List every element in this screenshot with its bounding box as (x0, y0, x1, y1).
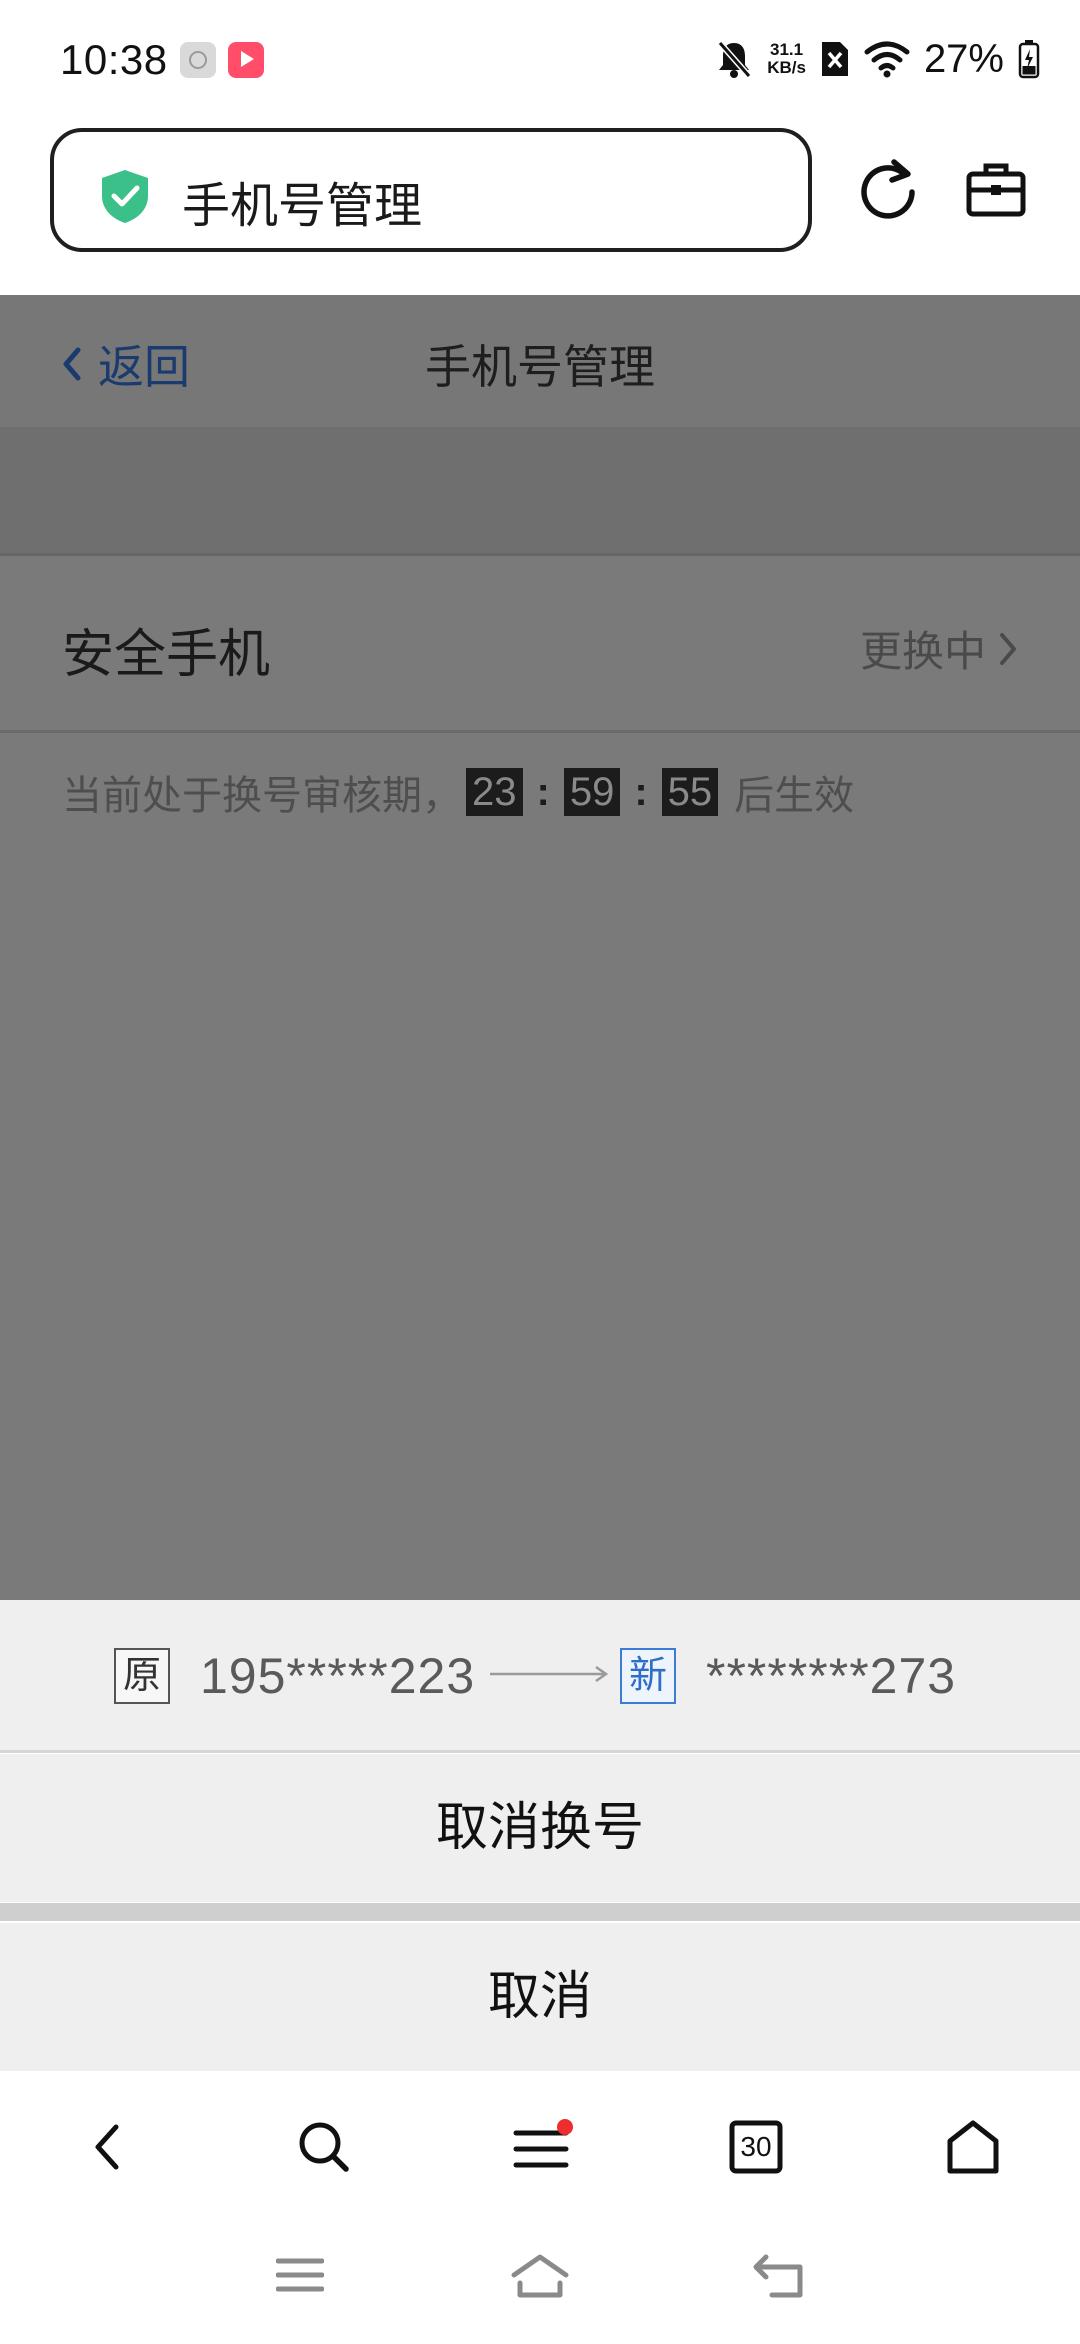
network-speed-unit: KB/s (767, 58, 806, 77)
original-tag: 原 (114, 1648, 170, 1704)
system-back-icon[interactable] (752, 2253, 808, 2299)
review-notice: 当前处于换号审核期， 23 : 59 : 55 后生效 (62, 763, 854, 821)
arrow-right-icon (490, 1665, 609, 1683)
home-icon[interactable] (944, 2119, 1002, 2175)
video-app-icon (228, 42, 264, 78)
battery-icon (1018, 40, 1040, 79)
section-gap (0, 427, 1080, 553)
mute-icon (717, 41, 752, 78)
original-number: 195*****223 (200, 1648, 476, 1704)
network-speed: 31.1 KB/s (767, 41, 806, 77)
no-sim-icon (821, 42, 848, 76)
countdown-separator: : (536, 769, 550, 814)
system-home-icon[interactable] (510, 2253, 570, 2299)
status-text: 更换中 (859, 628, 986, 675)
menu-button[interactable] (512, 2119, 574, 2175)
battery-percent: 27% (923, 36, 1004, 81)
secure-phone-label: 安全手机 (62, 626, 271, 684)
toolbox-icon[interactable] (966, 160, 1026, 218)
system-navigation (0, 2221, 1080, 2344)
wifi-icon (864, 41, 910, 78)
secure-phone-status: 更换中 (860, 618, 1018, 679)
search-icon[interactable] (296, 2119, 352, 2175)
status-bar: 10:38 31.1 KB/s 27% (0, 0, 1080, 120)
sheet-separator (0, 1903, 1080, 1921)
secure-phone-row[interactable]: 安全手机 更换中 (0, 556, 1080, 730)
recents-icon[interactable] (276, 2253, 324, 2297)
shield-check-icon (102, 170, 148, 223)
new-number: ********273 (706, 1648, 957, 1704)
refresh-icon[interactable] (858, 158, 918, 220)
page-header: 手机号管理 返回 (0, 295, 1080, 427)
countdown-seconds: 55 (661, 768, 719, 816)
back-icon[interactable] (88, 2119, 128, 2175)
tabs-button[interactable]: 30 (728, 2119, 784, 2175)
notification-dot (557, 2119, 573, 2135)
status-indicators: 31.1 KB/s 27% (715, 34, 1040, 84)
chevron-left-icon (63, 347, 81, 381)
address-text: 手机号管理 (182, 180, 423, 233)
menu-icon (513, 2119, 573, 2168)
web-page-overlay: 手机号管理 返回 安全手机 更换中 当前处于换号审核期， 23 : 59 : 5… (0, 295, 1080, 1600)
countdown-minutes: 59 (563, 768, 621, 816)
divider (0, 730, 1080, 733)
tabs-count: 30 (740, 2131, 772, 2162)
settings-app-icon (180, 42, 216, 78)
countdown-separator: : (634, 769, 648, 814)
new-tag: 新 (620, 1648, 676, 1704)
browser-toolbar: 30 (0, 2071, 1080, 2221)
status-time: 10:38 (60, 36, 168, 83)
back-link[interactable]: 返回 (58, 331, 190, 397)
cancel-button[interactable]: 取消 (0, 1923, 1080, 2071)
cancel-change-button[interactable]: 取消换号 (0, 1754, 1080, 1902)
notice-prefix: 当前处于换号审核期， (62, 774, 462, 818)
address-bar[interactable]: 手机号管理 (50, 128, 812, 252)
countdown-hours: 23 (466, 768, 523, 816)
divider (0, 1750, 1080, 1753)
notice-suffix: 后生效 (734, 774, 855, 818)
back-label: 返回 (98, 341, 190, 393)
chevron-right-icon (1000, 632, 1016, 665)
number-change-summary: 原 195*****223 新 ********273 (0, 1600, 1080, 1750)
network-speed-value: 31.1 (770, 40, 804, 59)
